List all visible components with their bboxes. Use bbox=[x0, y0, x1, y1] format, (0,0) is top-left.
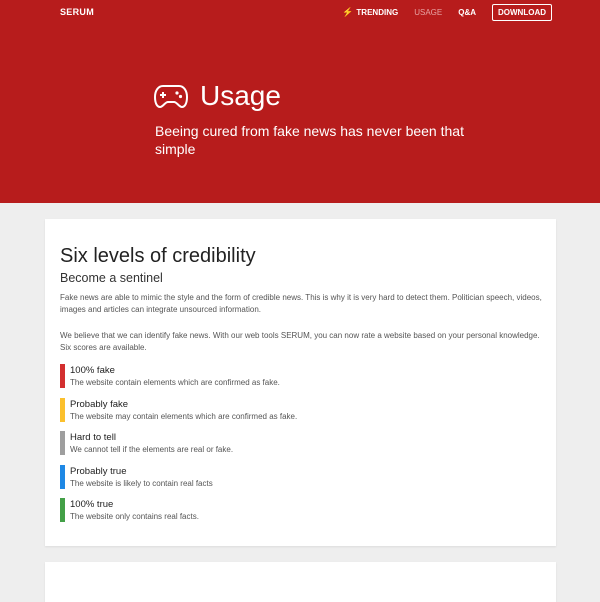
level-description: We cannot tell if the elements are real … bbox=[70, 445, 234, 455]
level-title: Probably true bbox=[70, 465, 127, 477]
level-description: The website may contain elements which a… bbox=[70, 411, 298, 421]
level-description: The website only contains real facts. bbox=[70, 512, 199, 522]
level-color-bar bbox=[60, 397, 65, 422]
brand-logo[interactable]: SERUM bbox=[60, 7, 94, 17]
credibility-card: Six levels of credibility Become a senti… bbox=[45, 219, 556, 546]
section-subtitle: Become a sentinel bbox=[60, 271, 163, 285]
level-100-true: 100% true The website only contains real… bbox=[60, 498, 540, 529]
intro-paragraph: Fake news are able to mimic the style an… bbox=[60, 293, 542, 314]
nav-trending[interactable]: ⚡ TRENDING bbox=[342, 5, 398, 21]
level-description: The website is likely to contain real fa… bbox=[70, 478, 213, 488]
page-title: Usage bbox=[200, 80, 281, 111]
level-color-bar bbox=[60, 498, 65, 523]
level-hard-to-tell: Hard to tell We cannot tell if the eleme… bbox=[60, 431, 540, 462]
gamepad-icon bbox=[154, 85, 188, 109]
top-nav: ⚡ TRENDING USAGE Q&A DOWNLOAD bbox=[326, 4, 552, 21]
level-title: Hard to tell bbox=[70, 432, 116, 444]
next-section-card bbox=[45, 562, 556, 602]
level-title: 100% true bbox=[70, 499, 114, 511]
level-color-bar bbox=[60, 364, 65, 388]
nav-usage[interactable]: USAGE bbox=[414, 5, 442, 21]
download-button[interactable]: DOWNLOAD bbox=[492, 4, 552, 21]
level-100-fake: 100% fake The website contain elements w… bbox=[60, 364, 540, 395]
level-color-bar bbox=[60, 431, 65, 456]
rating-paragraph: We believe that we can identify fake new… bbox=[60, 331, 540, 352]
nav-trending-label: TRENDING bbox=[356, 8, 399, 17]
lightning-icon: ⚡ bbox=[342, 7, 354, 17]
hero-title-row: Usage bbox=[154, 80, 281, 112]
level-title: Probably fake bbox=[70, 398, 129, 410]
hero-subtitle: Beeing cured from fake news has never be… bbox=[155, 123, 464, 157]
level-color-bar bbox=[60, 464, 65, 489]
level-probably-fake: Probably fake The website may contain el… bbox=[60, 397, 540, 429]
hero-header: SERUM ⚡ TRENDING USAGE Q&A DOWNLOAD Usag… bbox=[0, 0, 600, 203]
level-probably-true: Probably true The website is likely to c… bbox=[60, 464, 540, 496]
level-description: The website contain elements which are c… bbox=[70, 378, 280, 387]
level-title: 100% fake bbox=[70, 365, 115, 376]
nav-qa[interactable]: Q&A bbox=[458, 5, 476, 21]
credibility-levels: 100% fake The website contain elements w… bbox=[60, 364, 540, 532]
section-title: Six levels of credibility bbox=[60, 245, 256, 267]
